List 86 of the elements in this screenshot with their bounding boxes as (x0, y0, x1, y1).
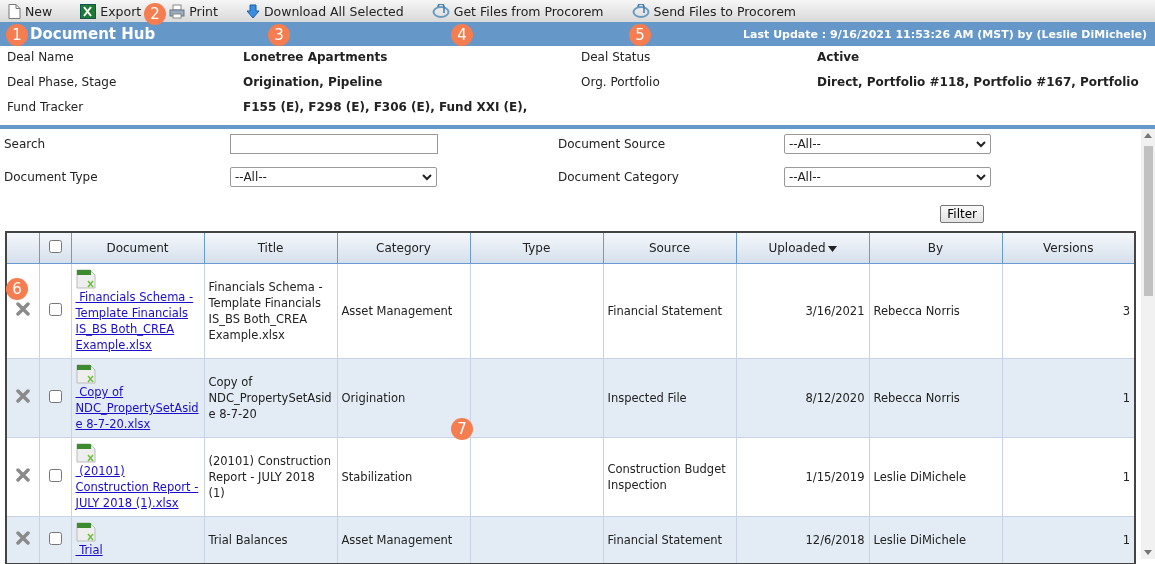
detail-value: Origination, Pipeline (243, 74, 384, 91)
toolbar-button[interactable]: Send Files to Procorem (629, 3, 798, 19)
table-cell: Origination (341, 391, 406, 405)
row-checkbox[interactable] (48, 389, 62, 403)
row-checkbox[interactable] (48, 531, 62, 545)
dropdown[interactable]: --All-- (230, 167, 437, 187)
printer-icon (169, 3, 186, 19)
row-checkbox[interactable] (48, 302, 62, 316)
table-cell: Stabilization (341, 470, 413, 484)
row-checkbox[interactable] (48, 468, 62, 482)
spreadsheet-file-icon (75, 522, 96, 542)
detail-label: Deal Phase, Stage (7, 74, 118, 91)
column-header[interactable]: By (869, 232, 1002, 264)
table-cell: 8/12/2020 (805, 391, 865, 405)
dropdown[interactable]: --All-- (784, 134, 991, 154)
spreadsheet-file-icon (75, 443, 96, 463)
spreadsheet-file-icon (75, 364, 96, 384)
detail-value: Direct, Portfolio #118, Portfolio #167, Portfolio (817, 74, 1140, 91)
delete-icon[interactable] (15, 468, 30, 482)
page-icon (8, 3, 21, 19)
down-arrow-icon (245, 3, 260, 19)
table-cell: Leslie DiMichele (873, 470, 967, 484)
ring-logo-icon (631, 3, 650, 19)
detail-label: Fund Tracker (7, 99, 85, 116)
table-cell: Trial Balances (208, 533, 288, 547)
table-cell: Leslie DiMichele (873, 533, 967, 547)
table-cell: 3/16/2021 (805, 304, 865, 318)
page-title: Document Hub (30, 25, 156, 43)
filter-label: Document Type (4, 170, 99, 184)
table-cell: 12/6/2018 (805, 533, 865, 547)
column-header[interactable]: Uploaded (736, 232, 869, 264)
table-cell: Inspected File (607, 391, 687, 405)
ring-logo-icon (431, 3, 450, 19)
table-cell: Asset Management (341, 304, 453, 318)
table-cell: Rebecca Norris (873, 391, 960, 405)
filter-label: Document Category (558, 170, 680, 184)
detail-label: Org. Portfolio (581, 74, 661, 91)
delete-icon[interactable] (15, 389, 30, 403)
sort-caret-icon (827, 246, 837, 252)
detail-label: Deal Name (7, 49, 75, 66)
detail-label: Deal Status (581, 49, 652, 66)
column-header[interactable]: Versions (1002, 232, 1135, 264)
chevron-down-icon (976, 140, 986, 148)
scrollbar-thumb[interactable] (1143, 146, 1153, 296)
scroll-down-icon[interactable] (1144, 550, 1152, 555)
table-cell: Financials Schema - Template Financials IS_BS Both_CREA Example.xlsx (208, 280, 323, 342)
dropdown[interactable]: --All-- (784, 167, 991, 187)
column-header[interactable]: Document (71, 232, 204, 264)
spreadsheet-icon (80, 3, 97, 19)
table-cell: (20101) Construction Report - JULY 2018 (1) (208, 454, 331, 500)
chevron-down-icon (422, 173, 432, 181)
table-cell: 1 (1122, 470, 1130, 484)
search-field[interactable] (230, 134, 438, 154)
table-cell: Financial Statement (607, 304, 723, 318)
select-all-checkbox[interactable] (48, 240, 62, 253)
table-cell: Rebecca Norris (873, 304, 960, 318)
filter-label: Search (4, 137, 47, 151)
table-cell: 1/15/2019 (805, 470, 865, 484)
column-header[interactable]: Title (204, 232, 337, 264)
table-cell: Construction Budget Inspection (607, 462, 726, 492)
spreadsheet-file-icon (75, 269, 96, 289)
toolbar-button[interactable]: Print (167, 3, 220, 19)
delete-icon[interactable] (15, 302, 30, 316)
column-header[interactable]: Source (603, 232, 736, 264)
detail-value: Lonetree Apartments (243, 49, 389, 66)
filter-button[interactable]: Filter (940, 205, 984, 223)
scroll-up-icon[interactable] (1144, 133, 1152, 138)
chevron-down-icon (976, 173, 986, 181)
table-cell: Copy of NDC_PropertySetAside 8-7-20 (208, 375, 332, 421)
column-header[interactable]: Type (470, 232, 603, 264)
toolbar-button[interactable]: Download All Selected (243, 3, 406, 19)
last-update-text: Last Update : 9/16/2021 11:53:26 AM (MST) by (Leslie DiMichele) (743, 27, 1147, 41)
table-cell: Asset Management (341, 533, 453, 547)
toolbar-button[interactable]: Get Files from Procorem (429, 3, 606, 19)
toolbar-button[interactable]: New (6, 3, 55, 19)
toolbar-button[interactable]: Export (78, 3, 144, 19)
delete-icon[interactable] (15, 531, 30, 545)
column-header[interactable]: Category (337, 232, 470, 264)
table-cell: 1 (1122, 391, 1130, 405)
scrollbar[interactable] (1141, 129, 1155, 559)
detail-value: Active (817, 49, 861, 66)
table-cell: 3 (1122, 304, 1130, 318)
table-cell: Financial Statement (607, 533, 723, 547)
detail-value: F155 (E), F298 (E), F306 (E), Fund XXI (E), (243, 99, 529, 116)
table-cell: 1 (1122, 533, 1130, 547)
filter-label: Document Source (558, 137, 667, 151)
